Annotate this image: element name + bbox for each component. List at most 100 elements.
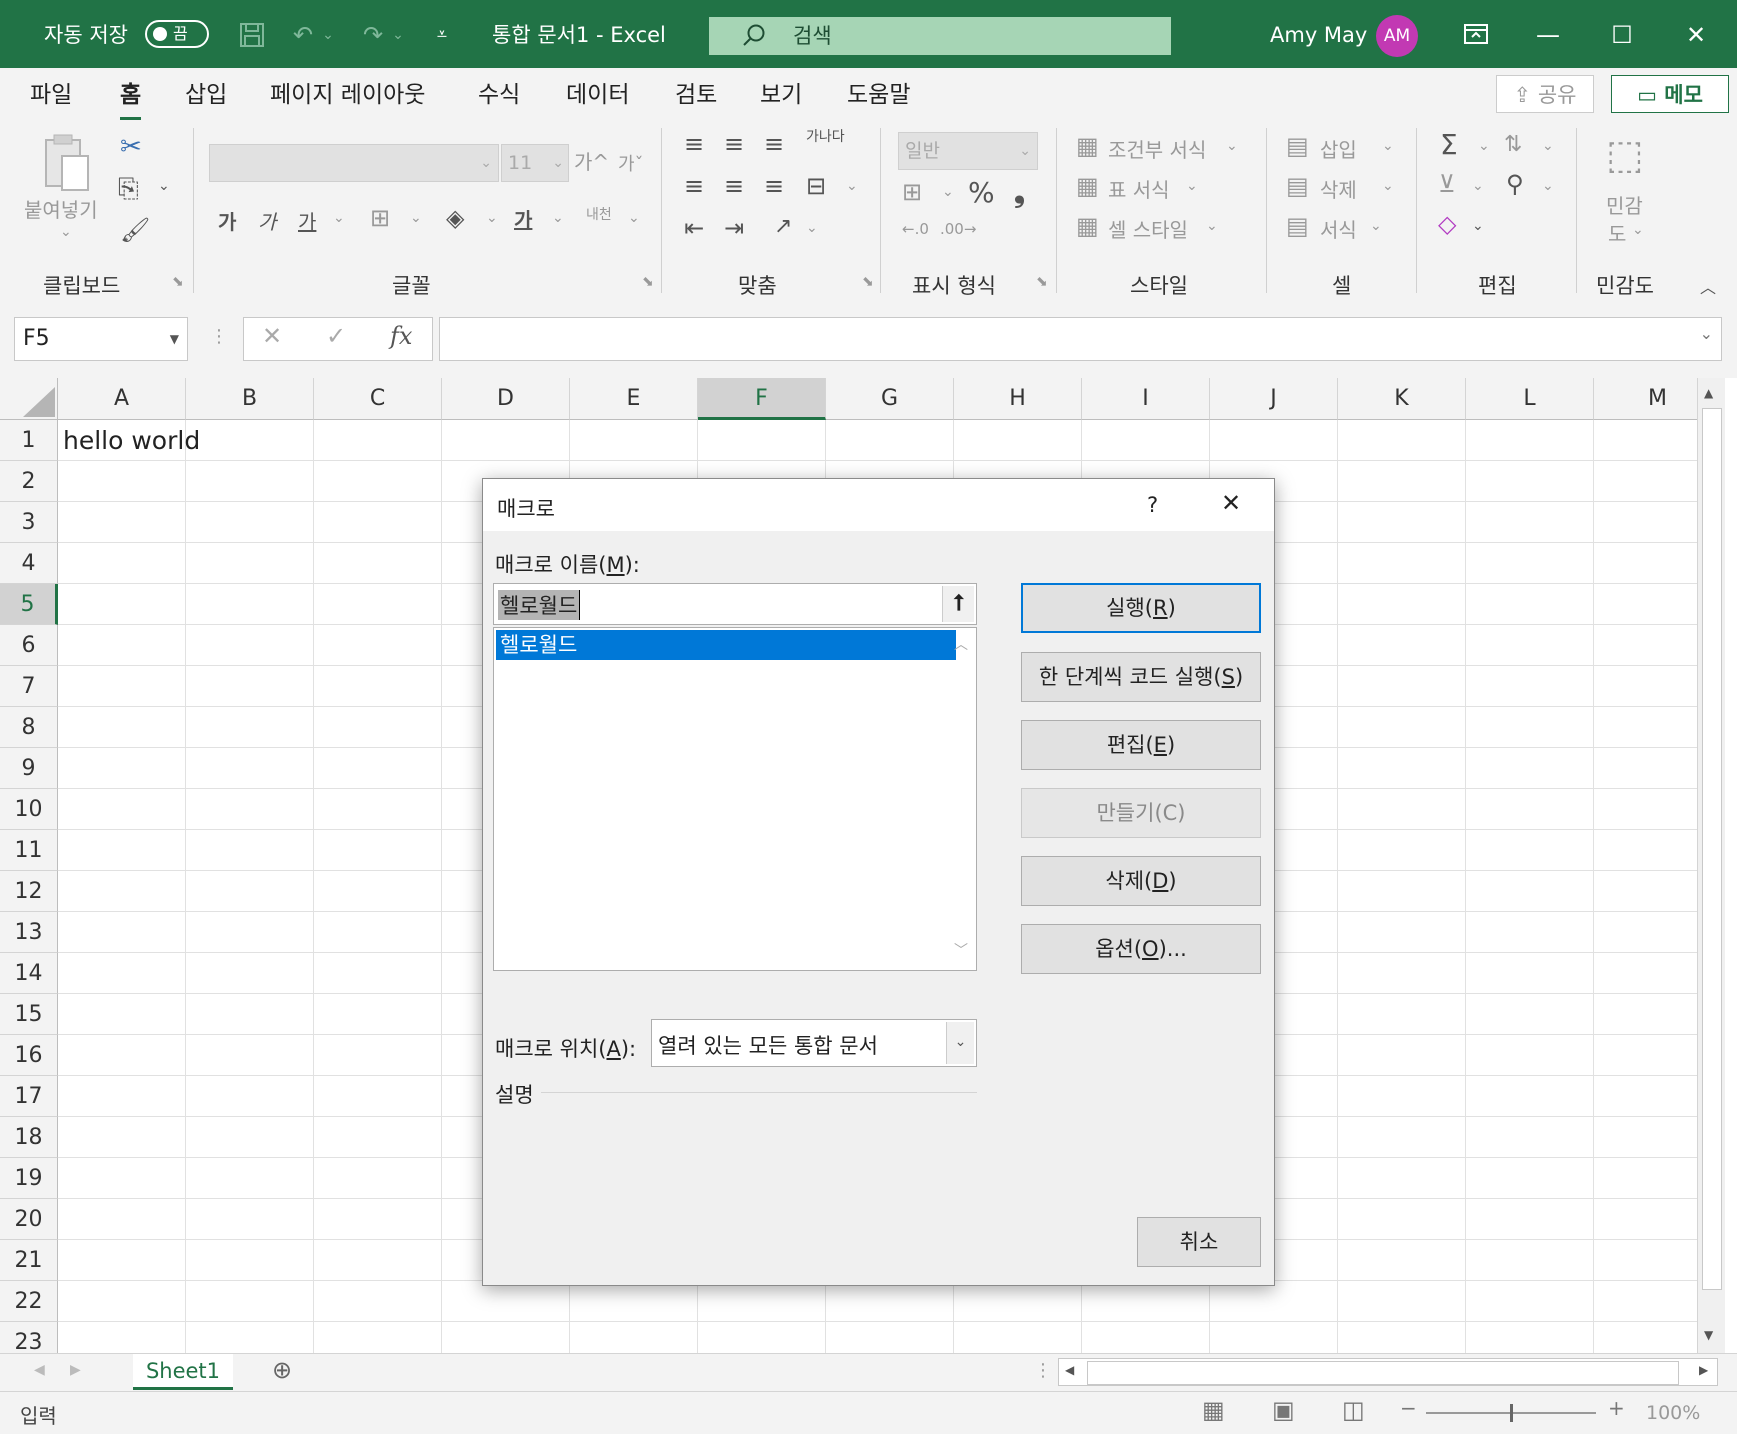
run-button[interactable]: 실행(R)	[1021, 583, 1261, 633]
insert-cells-icon[interactable]: ▤	[1286, 132, 1309, 160]
format-painter-icon[interactable]: 🖌	[120, 216, 150, 244]
paste-label[interactable]: 붙여넣기	[24, 194, 98, 223]
copy-dropdown-icon[interactable]: ⌄	[158, 178, 170, 194]
format-table-icon[interactable]: ▦	[1076, 172, 1099, 200]
column-header-D[interactable]: D	[442, 378, 570, 420]
paste-dropdown-icon[interactable]: ⌄	[60, 224, 72, 240]
percent-icon[interactable]: %	[968, 176, 995, 209]
sort-filter-icon[interactable]: ⇅	[1504, 132, 1522, 157]
autosave-toggle[interactable]: 끔	[145, 20, 209, 48]
autosum-dropdown-icon[interactable]: ⌄	[1478, 138, 1490, 154]
expand-formula-icon[interactable]: ⌄	[1700, 324, 1713, 343]
column-header-C[interactable]: C	[314, 378, 442, 420]
shrink-font-icon[interactable]: 가ˇ	[618, 150, 644, 176]
column-header-A[interactable]: A	[58, 378, 186, 420]
edit-button[interactable]: 편집(E)	[1021, 720, 1261, 770]
zoom-in-icon[interactable]: +	[1608, 1396, 1625, 1420]
column-header-J[interactable]: J	[1210, 378, 1338, 420]
scroll-right-icon[interactable]: ▶	[1699, 1363, 1708, 1377]
row-header-20[interactable]: 20	[0, 1199, 58, 1240]
cell-style-label[interactable]: 셀 스타일	[1108, 214, 1188, 243]
copy-icon[interactable]: ⎘	[118, 174, 139, 205]
fill-dropdown-icon[interactable]: ⌄	[1472, 178, 1484, 194]
cell-style-icon[interactable]: ▦	[1076, 212, 1099, 240]
chevron-down-icon[interactable]: ⌄	[1382, 138, 1394, 154]
zoom-slider-thumb[interactable]	[1510, 1404, 1513, 1422]
macro-list[interactable]: 헬로월드 ︿ ﹀	[493, 627, 977, 971]
format-table-label[interactable]: 표 서식	[1108, 174, 1170, 203]
search-box[interactable]: 검색	[709, 17, 1171, 55]
column-header-H[interactable]: H	[954, 378, 1082, 420]
phonetic-icon[interactable]: 내천	[586, 204, 612, 224]
tab-insert[interactable]: 삽입	[185, 68, 227, 120]
column-header-E[interactable]: E	[570, 378, 698, 420]
row-header-14[interactable]: 14	[0, 953, 58, 994]
align-left-icon[interactable]: ≡	[684, 172, 704, 200]
page-layout-view-icon[interactable]: ▣	[1272, 1396, 1295, 1424]
page-break-view-icon[interactable]: ◫	[1342, 1396, 1365, 1424]
tab-review[interactable]: 검토	[675, 68, 717, 120]
clipboard-launcher-icon[interactable]: ⬊	[172, 274, 184, 290]
decrease-indent-icon[interactable]: ⇤	[684, 214, 704, 242]
row-header-1[interactable]: 1	[0, 420, 58, 461]
row-header-4[interactable]: 4	[0, 543, 58, 584]
horizontal-scrollbar[interactable]: ◀ ▶	[1058, 1358, 1718, 1386]
chevron-down-icon[interactable]: ⌄	[946, 1022, 974, 1064]
text-direction-icon[interactable]: ↗	[774, 214, 792, 239]
cut-icon[interactable]: ✂	[120, 132, 142, 162]
row-header-7[interactable]: 7	[0, 666, 58, 707]
column-header-I[interactable]: I	[1082, 378, 1210, 420]
row-header-17[interactable]: 17	[0, 1076, 58, 1117]
row-header-8[interactable]: 8	[0, 707, 58, 748]
chevron-down-icon[interactable]: ⌄	[1632, 222, 1644, 238]
formula-input[interactable]: ⌄	[439, 317, 1722, 361]
row-header-10[interactable]: 10	[0, 789, 58, 830]
next-sheet-icon[interactable]: ▶	[70, 1362, 81, 1378]
chevron-down-icon[interactable]: ⌄	[1206, 218, 1218, 234]
increase-decimal-icon[interactable]: ←.0	[902, 220, 929, 238]
ribbon-display-icon[interactable]	[1456, 0, 1496, 68]
scroll-up-icon[interactable]: ▲	[1704, 386, 1713, 400]
share-button[interactable]: ⇪ 공유	[1496, 75, 1594, 113]
scroll-thumb[interactable]	[1702, 408, 1722, 1290]
row-header-5[interactable]: 5	[0, 584, 58, 625]
row-header-21[interactable]: 21	[0, 1240, 58, 1281]
decrease-decimal-icon[interactable]: .00→	[940, 220, 976, 238]
tab-home[interactable]: 홈	[120, 68, 142, 120]
merge-center-icon[interactable]: ⊟	[806, 172, 826, 200]
step-into-button[interactable]: 한 단계씩 코드 실행(S)	[1021, 652, 1261, 702]
find-select-icon[interactable]: ⚲	[1506, 170, 1524, 198]
grow-font-icon[interactable]: 가^	[574, 146, 609, 175]
undo-dropdown-icon[interactable]: ⌄	[320, 0, 336, 68]
add-sheet-icon[interactable]: ⊕	[272, 1356, 292, 1384]
fill-icon[interactable]: ⊻	[1438, 170, 1456, 198]
options-button[interactable]: 옵션(O)...	[1021, 924, 1261, 974]
clear-dropdown-icon[interactable]: ⌄	[1472, 218, 1484, 234]
borders-dropdown-icon[interactable]: ⌄	[410, 210, 422, 226]
autosum-icon[interactable]: Σ	[1440, 128, 1458, 161]
row-header-9[interactable]: 9	[0, 748, 58, 789]
sensitivity-label-2[interactable]: 도	[1608, 218, 1626, 247]
align-middle-icon[interactable]: ≡	[724, 130, 744, 158]
align-top-icon[interactable]: ≡	[684, 130, 704, 158]
maximize-icon[interactable]: ☐	[1602, 0, 1642, 68]
font-name-combo[interactable]: ⌄	[209, 144, 499, 182]
align-center-icon[interactable]: ≡	[724, 172, 744, 200]
avatar[interactable]: AM	[1376, 15, 1418, 57]
row-header-2[interactable]: 2	[0, 461, 58, 502]
tab-view[interactable]: 보기	[760, 68, 802, 120]
row-header-6[interactable]: 6	[0, 625, 58, 666]
tab-formulas[interactable]: 수식	[478, 68, 520, 120]
delete-cells-icon[interactable]: ▤	[1286, 172, 1309, 200]
font-size-combo[interactable]: 11 ⌄	[501, 144, 569, 182]
row-header-15[interactable]: 15	[0, 994, 58, 1035]
increase-indent-icon[interactable]: ⇥	[724, 214, 744, 242]
delete-button[interactable]: 삭제(D)	[1021, 856, 1261, 906]
phonetic-dropdown-icon[interactable]: ⌄	[628, 210, 640, 226]
column-header-F[interactable]: F	[698, 378, 826, 420]
cancel-button[interactable]: 취소	[1137, 1217, 1261, 1267]
tab-help[interactable]: 도움말	[847, 68, 910, 120]
number-format-combo[interactable]: 일반 ⌄	[898, 132, 1038, 170]
conditional-format-label[interactable]: 조건부 서식	[1108, 134, 1206, 163]
memo-button[interactable]: ▭ 메모	[1611, 75, 1729, 113]
